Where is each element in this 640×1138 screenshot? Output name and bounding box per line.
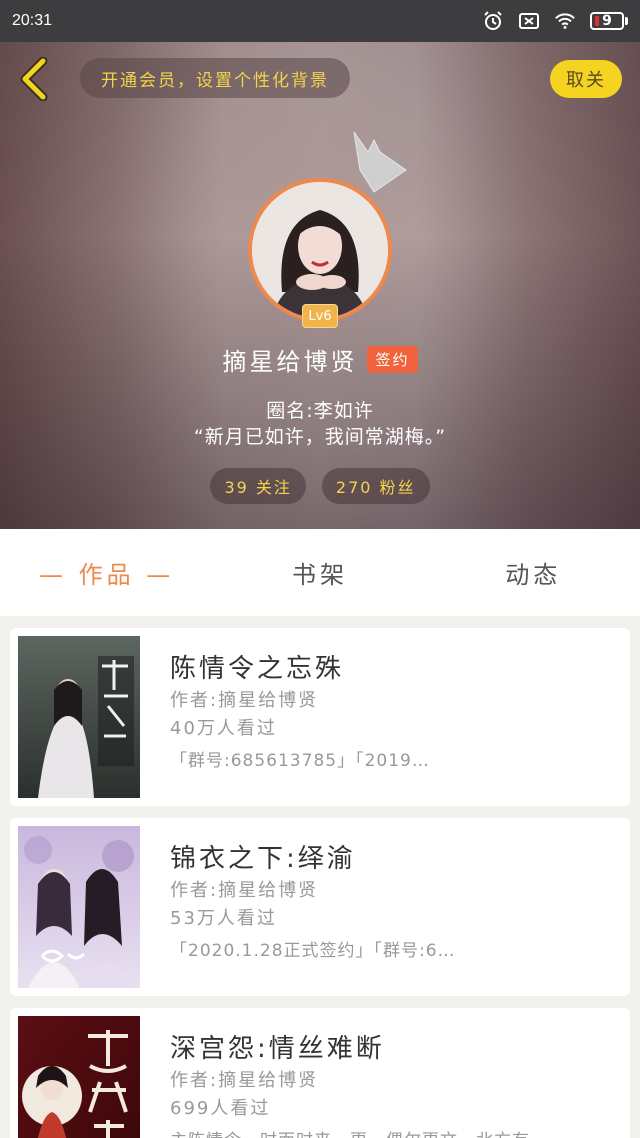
status-icons: 9 xyxy=(482,10,628,32)
unfollow-button[interactable]: 取关 xyxy=(550,60,622,98)
book-views: 40万人看过 xyxy=(170,718,277,739)
sim-off-icon xyxy=(518,10,540,32)
book-cover xyxy=(18,826,140,988)
alarm-icon xyxy=(482,10,504,32)
book-card[interactable]: 深宫怨:情丝难断 作者:摘星给博贤 699人看过 主陈情令，时而时来一更，偶尔更… xyxy=(10,1008,630,1138)
book-title: 陈情令之忘殊 xyxy=(170,654,345,684)
wifi-icon xyxy=(554,10,576,32)
avatar[interactable] xyxy=(248,178,392,322)
book-views: 53万人看过 xyxy=(170,908,277,929)
book-tags: 主陈情令，时而时来一更，偶尔更文，北方有… xyxy=(170,1126,610,1138)
book-author: 作者:摘星给博贤 xyxy=(170,690,319,711)
signed-badge: 签约 xyxy=(367,346,418,373)
tab-bookshelf[interactable]: 书架 xyxy=(213,555,426,590)
book-author: 作者:摘星给博贤 xyxy=(170,880,319,901)
battery-level: 9 xyxy=(602,13,612,29)
book-tags: 「群号:685613785」「2019… xyxy=(170,751,430,771)
book-title: 深宫怨:情丝难断 xyxy=(170,1034,385,1064)
vip-banner[interactable]: 开通会员，设置个性化背景 xyxy=(80,58,350,98)
book-title: 锦衣之下:绎渝 xyxy=(170,844,356,874)
status-time: 20:31 xyxy=(12,12,53,29)
profile-tabs: — 作品 — 书架 动态 xyxy=(0,529,640,616)
chevron-left-icon xyxy=(20,57,48,101)
status-bar: 20:31 9 xyxy=(0,0,640,42)
level-badge: Lv6 xyxy=(302,304,338,328)
tab-works[interactable]: — 作品 — xyxy=(0,555,213,590)
following-count[interactable]: 39 关注 xyxy=(210,468,306,504)
circle-name: 圈名:李如许 xyxy=(266,400,374,422)
book-card[interactable]: 陈情令之忘殊 作者:摘星给博贤 40万人看过 「群号:685613785」「20… xyxy=(10,628,630,806)
followers-count[interactable]: 270 粉丝 xyxy=(321,468,430,504)
tab-activity[interactable]: 动态 xyxy=(427,555,640,590)
profile-header: 开通会员，设置个性化背景 取关 Lv6 摘星给博贤 签约 圈名:李如许 “新月已… xyxy=(0,42,640,529)
book-author: 作者:摘星给博贤 xyxy=(170,1070,319,1091)
battery-icon: 9 xyxy=(590,12,628,30)
book-tags: 「2020.1.28正式签约」「群号:6… xyxy=(170,941,456,961)
book-cover xyxy=(18,636,140,798)
back-button[interactable] xyxy=(14,56,54,102)
bio-text: “新月已如许，我间常湖梅。” xyxy=(193,426,447,448)
book-card[interactable]: 锦衣之下:绎渝 作者:摘星给博贤 53万人看过 「2020.1.28正式签约」「… xyxy=(10,818,630,996)
stats-row: 39 关注 270 粉丝 xyxy=(0,468,640,504)
author-name: 摘星给博贤 xyxy=(222,348,358,376)
name-row: 摘星给博贤 签约 xyxy=(0,342,640,377)
book-views: 699人看过 xyxy=(170,1098,271,1119)
book-cover xyxy=(18,1016,140,1138)
